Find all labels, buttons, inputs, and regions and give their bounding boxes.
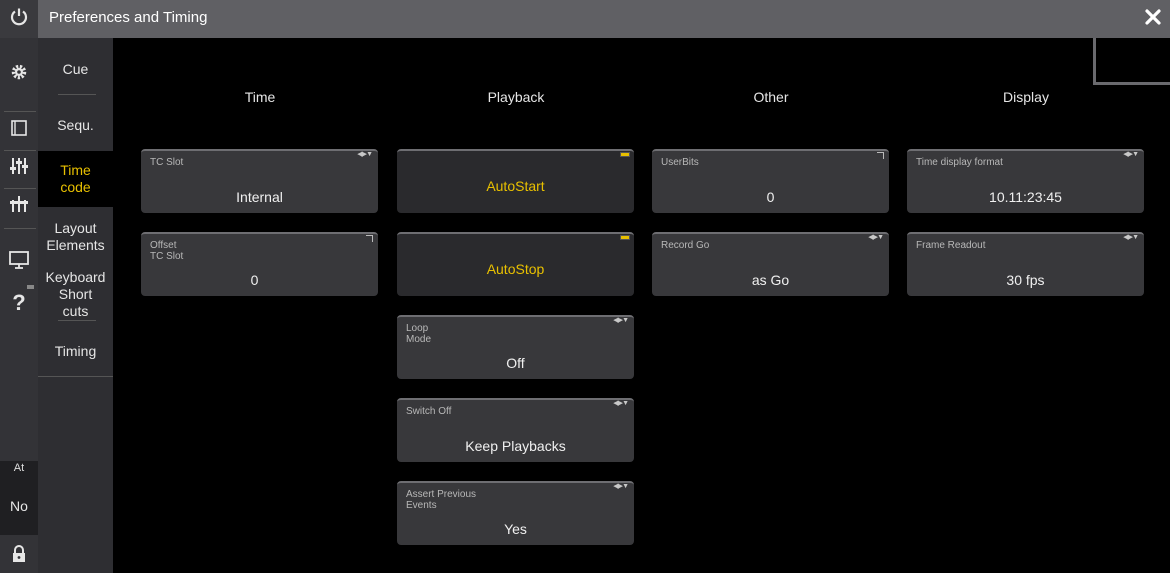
tab-divider: [38, 376, 113, 377]
no-button[interactable]: No: [0, 498, 38, 514]
time-display-format-tile[interactable]: Time display format ◀▶▼ 10.11:23:45: [907, 149, 1144, 213]
tile-value: Off: [506, 355, 525, 371]
book-icon: [10, 119, 28, 142]
book-button[interactable]: [0, 115, 38, 145]
question-icon: ?: [12, 290, 26, 315]
gear-icon: [9, 62, 29, 87]
tab-timecode[interactable]: Time code: [38, 151, 113, 207]
tile-label: UserBits: [661, 157, 699, 168]
tile-label: Record Go: [661, 240, 710, 251]
tile-value: 0: [766, 189, 775, 205]
led-indicator-icon: [620, 152, 630, 157]
close-button[interactable]: [1140, 6, 1166, 32]
arrows-icon: ◀▶▼: [1123, 151, 1139, 158]
led-indicator-icon: [620, 235, 630, 240]
switch-off-tile[interactable]: Switch Off ◀▶▼ Keep Playbacks: [397, 398, 634, 462]
record-go-tile[interactable]: Record Go ◀▶▼ as Go: [652, 232, 889, 296]
monitor-icon: [8, 250, 30, 275]
edit-corner-icon: [877, 152, 884, 159]
userbits-tile[interactable]: UserBits 0: [652, 149, 889, 213]
autostart-toggle[interactable]: AutoStart: [397, 149, 634, 213]
arrows-icon: ◀▶▼: [1123, 234, 1139, 241]
tile-label: Assert Previous Events: [406, 489, 477, 511]
tile-label: Loop Mode: [406, 323, 432, 345]
tile-label: Switch Off: [406, 406, 452, 417]
arrows-icon: ◀▶▼: [613, 483, 629, 490]
corner-frame: [1093, 38, 1170, 85]
column-header-other: Other: [753, 89, 789, 105]
edit-corner-icon: [366, 235, 373, 242]
tab-sequ[interactable]: Sequ.: [38, 106, 113, 144]
tile-value: AutoStart: [486, 178, 545, 194]
settings-button[interactable]: [0, 58, 38, 90]
tile-value: Keep Playbacks: [465, 438, 566, 454]
power-button[interactable]: [0, 0, 38, 38]
tile-value: as Go: [751, 272, 790, 288]
tile-label: Frame Readout: [916, 240, 986, 251]
tile-value: Internal: [236, 189, 283, 205]
tile-value: 0: [250, 272, 259, 288]
tile-value: Yes: [504, 521, 527, 537]
close-icon: [1145, 8, 1161, 30]
tile-value: AutoStop: [486, 261, 545, 277]
faders-button[interactable]: [0, 153, 38, 183]
at-label: At: [13, 462, 25, 474]
loop-mode-tile[interactable]: Loop Mode ◀▶▼ Off: [397, 315, 634, 379]
tile-value: 10.11:23:45: [989, 189, 1062, 205]
autostop-toggle[interactable]: AutoStop: [397, 232, 634, 296]
tile-label: TC Slot: [150, 157, 184, 168]
column-header-time: Time: [244, 89, 276, 105]
offset-tc-slot-tile[interactable]: Offset TC Slot 0: [141, 232, 378, 296]
tile-label: Time display format: [916, 157, 1003, 168]
arrows-icon: ◀▶▼: [613, 400, 629, 407]
tab-layout-elements[interactable]: Layout Elements: [38, 215, 113, 259]
assert-previous-events-tile[interactable]: Assert Previous Events ◀▶▼ Yes: [397, 481, 634, 545]
faders-icon: [9, 156, 29, 181]
tab-cue[interactable]: Cue: [38, 50, 113, 88]
lock-icon: [11, 544, 27, 568]
arrows-icon: ◀▶▼: [357, 151, 373, 158]
power-icon: [9, 7, 29, 32]
display-button[interactable]: [0, 247, 38, 277]
help-button[interactable]: ?: [0, 288, 38, 318]
column-header-display: Display: [1003, 89, 1049, 105]
arrows-icon: ◀▶▼: [868, 234, 884, 241]
frame-readout-tile[interactable]: Frame Readout ◀▶▼ 30 fps: [907, 232, 1144, 296]
tile-value: 30 fps: [1006, 272, 1045, 288]
indicator-icon: [27, 285, 34, 289]
tile-label: Offset TC Slot: [150, 240, 184, 262]
window-title: Preferences and Timing: [49, 9, 208, 26]
lock-button[interactable]: [0, 543, 38, 569]
executor-icon: [9, 194, 29, 219]
tc-slot-tile[interactable]: TC Slot ◀▶▼ Internal: [141, 149, 378, 213]
column-header-playback: Playback: [487, 89, 545, 105]
title-bar: [38, 0, 1170, 38]
tab-timing[interactable]: Timing: [38, 333, 113, 369]
arrows-icon: ◀▶▼: [613, 317, 629, 324]
timecode-tool-button[interactable]: [0, 191, 38, 221]
tab-keyboard-shortcuts[interactable]: Keyboard Short cuts: [38, 266, 113, 322]
